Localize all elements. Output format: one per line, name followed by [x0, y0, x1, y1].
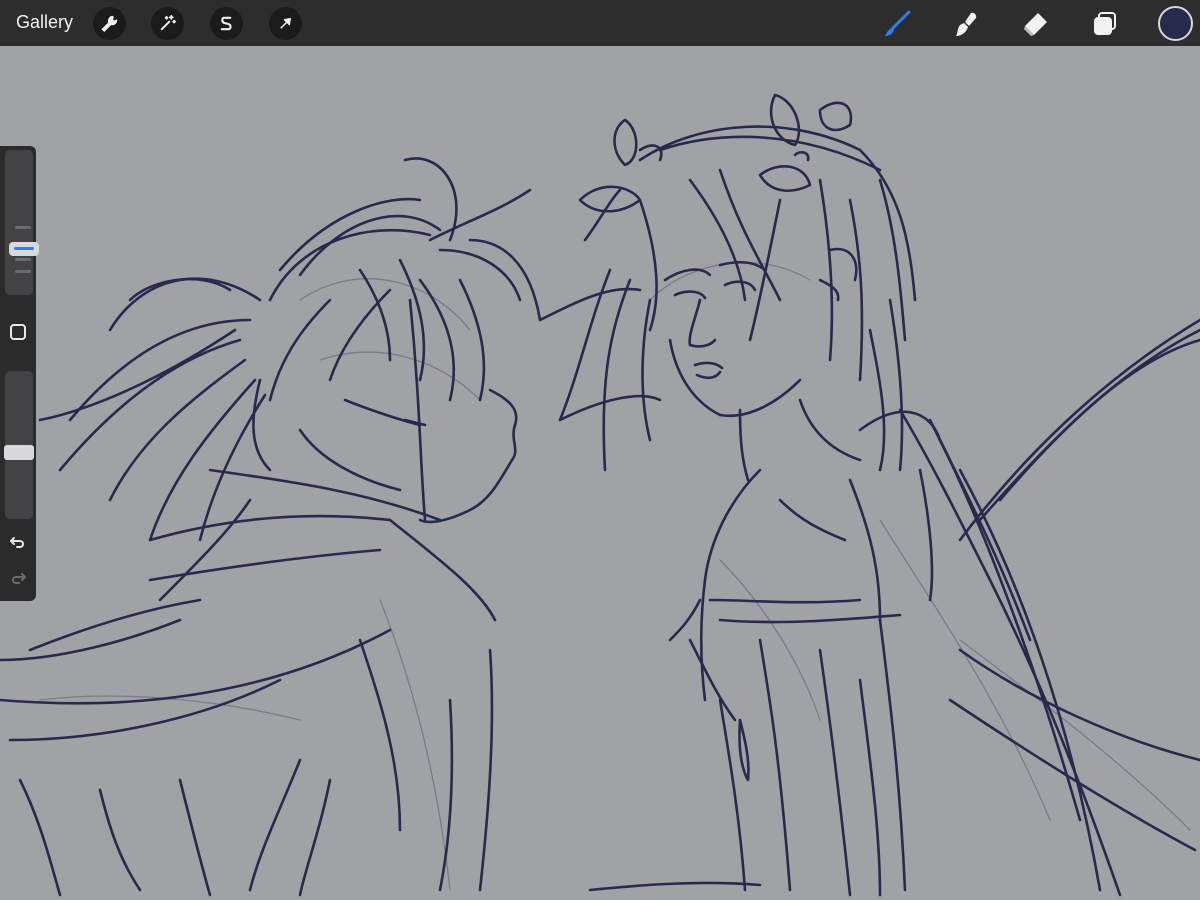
erase-tool-button[interactable]	[1018, 7, 1052, 41]
layers-button[interactable]	[1088, 7, 1122, 41]
redo-button[interactable]	[8, 568, 28, 588]
brush-size-slider[interactable]	[5, 150, 39, 295]
gallery-button[interactable]: Gallery	[16, 12, 73, 33]
modify-button[interactable]	[10, 324, 26, 340]
drawing-canvas[interactable]	[0, 46, 1200, 900]
brush-opacity-thumb[interactable]	[4, 445, 34, 460]
top-toolbar: Gallery	[0, 0, 1200, 46]
undo-arrow-icon	[10, 537, 24, 548]
left-sidebar	[0, 146, 39, 601]
undo-button[interactable]	[8, 532, 28, 552]
size-thumb-indicator	[14, 247, 34, 250]
layers-icon	[1094, 12, 1116, 35]
paint-tool-button[interactable]	[880, 7, 914, 41]
arrow-cursor-icon	[280, 18, 291, 29]
brush-size-thumb[interactable]	[9, 242, 39, 256]
transform-button[interactable]	[269, 7, 302, 40]
wrench-icon	[101, 15, 118, 32]
brush-icon	[885, 10, 911, 36]
selection-s-icon	[220, 16, 232, 31]
color-picker-button[interactable]	[1158, 6, 1193, 41]
actions-button[interactable]	[93, 7, 126, 40]
adjustments-button[interactable]	[151, 7, 184, 40]
redo-arrow-icon	[12, 573, 26, 584]
size-tick	[15, 226, 31, 229]
size-tick	[15, 270, 31, 273]
sketch-artwork	[0, 93, 1200, 897]
size-tick	[15, 258, 31, 261]
smudge-icon	[956, 12, 977, 36]
smudge-tool-button[interactable]	[949, 7, 983, 41]
eraser-icon	[1024, 13, 1047, 36]
selection-button[interactable]	[210, 7, 243, 40]
magic-wand-icon	[160, 14, 177, 31]
